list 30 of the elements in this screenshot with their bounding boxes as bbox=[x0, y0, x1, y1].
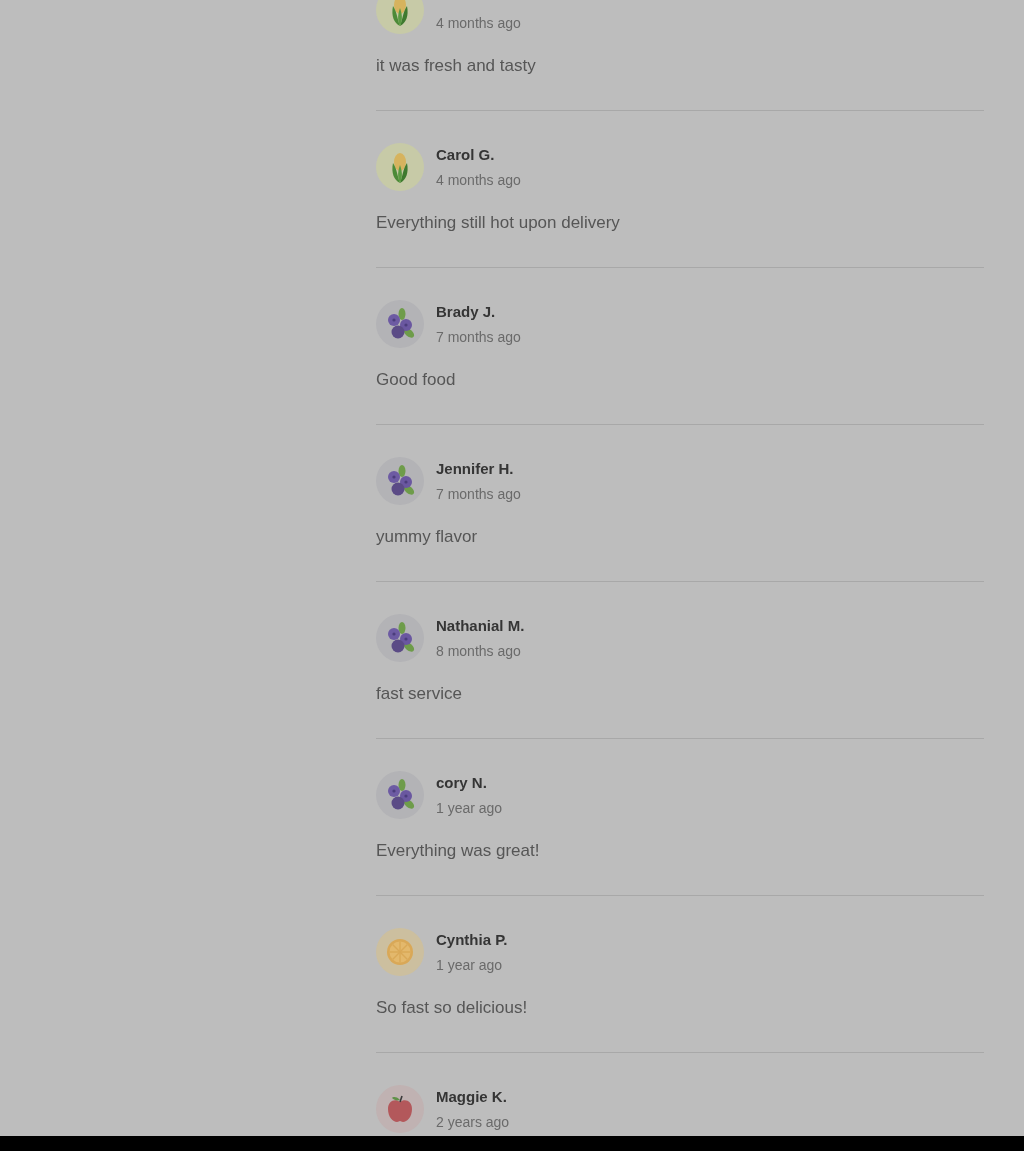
review-text: fast service bbox=[376, 684, 462, 704]
citrus-slice-icon bbox=[376, 928, 424, 976]
reviewer-name: Cynthia P. bbox=[436, 930, 508, 950]
blueberries-icon bbox=[376, 457, 424, 505]
review-date: 8 months ago bbox=[436, 642, 521, 660]
apple-icon bbox=[376, 1085, 424, 1133]
review-date: 2 years ago bbox=[436, 1113, 510, 1131]
blueberries-icon bbox=[376, 300, 424, 348]
review-text: yummy flavor bbox=[376, 527, 478, 547]
corn-icon bbox=[376, 143, 424, 191]
review-date: 7 months ago bbox=[436, 328, 521, 346]
reviewer-name: Maggie K. bbox=[436, 1087, 507, 1107]
corn-icon bbox=[376, 0, 424, 34]
review-text: Good food bbox=[376, 370, 456, 390]
reviewer-name: Carol G. bbox=[436, 145, 495, 165]
reviewer-name: Jennifer H. bbox=[436, 459, 514, 479]
review-text: Everything was great! bbox=[376, 841, 540, 861]
review-text: it was fresh and tasty bbox=[376, 56, 536, 76]
reviewer-name: cory N. bbox=[436, 773, 487, 793]
blueberries-icon bbox=[376, 614, 424, 662]
review-text: Everything still hot upon delivery bbox=[376, 213, 620, 233]
review-text: So fast so delicious! bbox=[376, 998, 528, 1018]
reviewer-name: Brady J. bbox=[436, 302, 496, 322]
review-date: 1 year ago bbox=[436, 956, 503, 974]
review-date: 4 months ago bbox=[436, 14, 521, 32]
review-date: 7 months ago bbox=[436, 485, 521, 503]
reviewer-name: Nathanial M. bbox=[436, 616, 525, 636]
review-date: 4 months ago bbox=[436, 171, 521, 189]
review-date: 1 year ago bbox=[436, 799, 503, 817]
blueberries-icon bbox=[376, 771, 424, 819]
